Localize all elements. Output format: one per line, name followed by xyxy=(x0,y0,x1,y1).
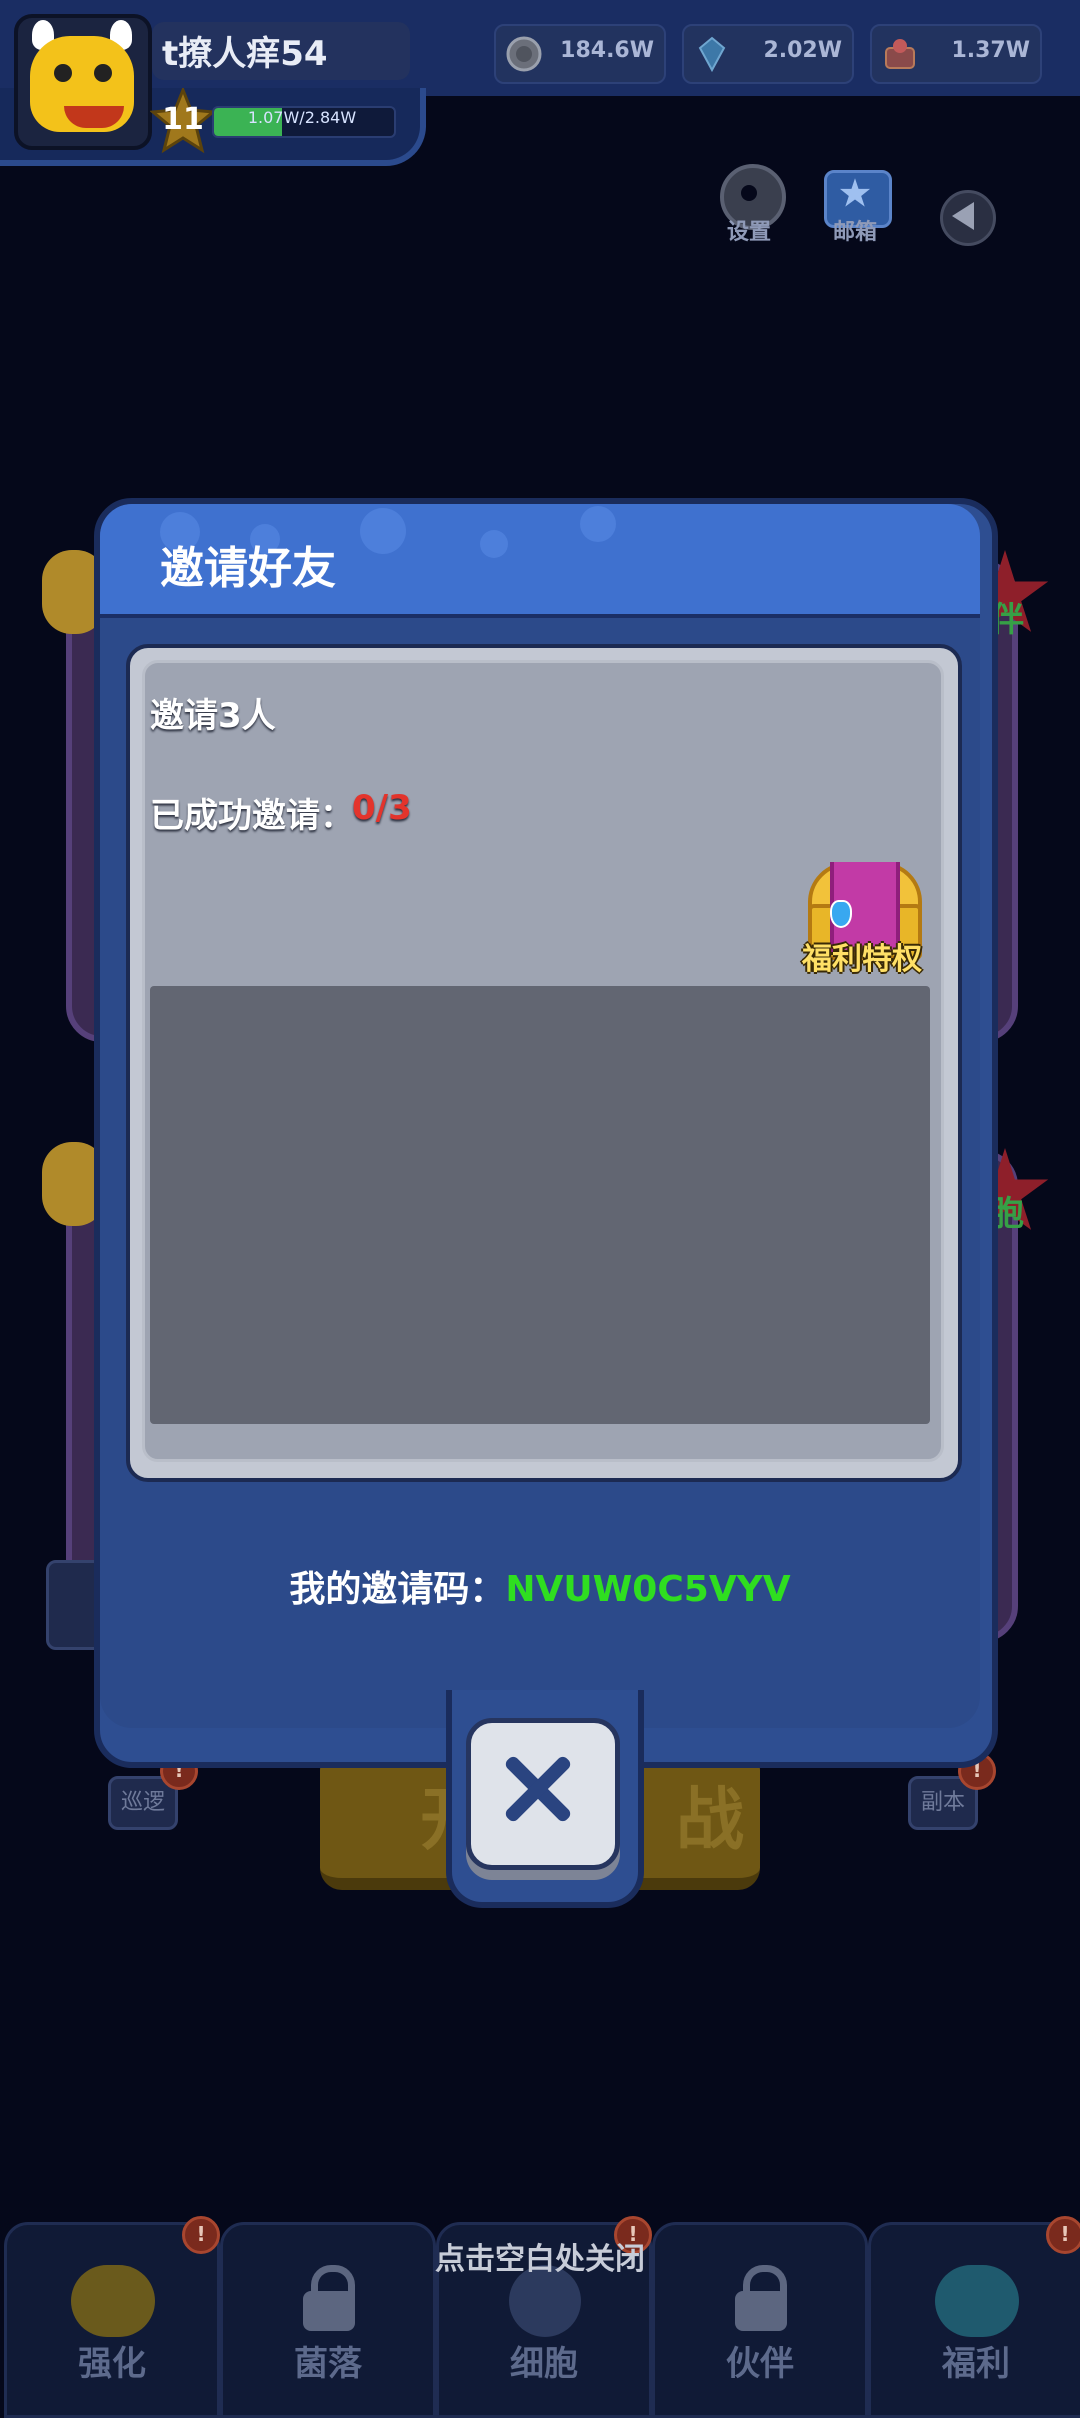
nav-tab-colony[interactable]: 菌落 xyxy=(220,2222,436,2418)
invite-progress-label: 已成功邀请： xyxy=(150,796,354,836)
currency-coin[interactable]: 184.6W xyxy=(494,24,666,84)
exp-text: 1.07W/2.84W xyxy=(247,108,357,127)
reward-content-area xyxy=(150,986,930,1424)
nav-tab-label: 强化 xyxy=(78,2344,146,2384)
avatar-mouth-icon xyxy=(64,106,124,128)
dialog-title: 邀请好友 xyxy=(160,543,336,594)
invite-code-label: 我的邀请码： xyxy=(289,1569,506,1610)
lock-icon-body xyxy=(735,2291,787,2331)
diamond-value: 2.02W xyxy=(763,38,842,63)
header-bubble-decoration xyxy=(360,508,406,554)
header-bubble-decoration xyxy=(580,506,616,542)
nav-tab-strengthen[interactable]: 强化 xyxy=(4,2222,220,2418)
collapse-arrow-triangle xyxy=(952,202,974,230)
diamond-icon xyxy=(698,36,726,73)
player-level: 11 xyxy=(162,102,204,137)
nav-tab-label: 伙伴 xyxy=(726,2344,794,2384)
nav-tab-welfare[interactable]: 福利 xyxy=(868,2222,1080,2418)
settings-label[interactable]: 设置 xyxy=(714,214,784,246)
gem-chest-icon xyxy=(885,39,915,69)
invite-code-value[interactable]: NVUW0C5VYV xyxy=(505,1569,790,1610)
lock-icon-body xyxy=(303,2291,355,2331)
reward-label: 福利特权 xyxy=(802,942,922,977)
gem-chest-value: 1.37W xyxy=(951,38,1030,63)
invite-progress-value: 0/3 xyxy=(352,788,412,828)
player-avatar[interactable] xyxy=(14,14,152,150)
avatar-face-icon xyxy=(30,36,134,132)
mail-star-icon xyxy=(839,178,871,207)
avatar-eye-icon xyxy=(94,64,112,82)
tap-blank-to-close-hint[interactable]: 点击空白处关闭 xyxy=(420,2234,660,2278)
player-name: t撩人痒54 xyxy=(162,34,328,74)
nav-tab-label: 福利 xyxy=(942,2344,1010,2384)
mail-label[interactable]: 邮箱 xyxy=(820,214,890,246)
gift-icon xyxy=(935,2265,1019,2337)
invite-goal-text: 邀请3人 xyxy=(150,696,276,736)
nav-alert-icon: ! xyxy=(1046,2216,1080,2254)
nav-tab-label: 细胞 xyxy=(510,2344,578,2384)
currency-gem-chest[interactable]: 1.37W xyxy=(870,24,1042,84)
coin-icon xyxy=(506,36,542,72)
monster-icon xyxy=(71,2265,155,2337)
nav-tab-label: 菌落 xyxy=(294,2344,362,2384)
settings-gear-center xyxy=(741,185,757,201)
nav-tab-partner[interactable]: 伙伴 xyxy=(652,2222,868,2418)
currency-diamond[interactable]: 2.02W xyxy=(682,24,854,84)
avatar-eye-icon xyxy=(54,64,72,82)
coin-value: 184.6W xyxy=(560,38,654,63)
invite-code-row: 我的邀请码：NVUW0C5VYV xyxy=(100,1560,980,1612)
treasure-chest-gem-icon xyxy=(830,900,852,928)
header-bubble-decoration xyxy=(480,530,508,558)
nav-alert-icon: ! xyxy=(182,2216,220,2254)
